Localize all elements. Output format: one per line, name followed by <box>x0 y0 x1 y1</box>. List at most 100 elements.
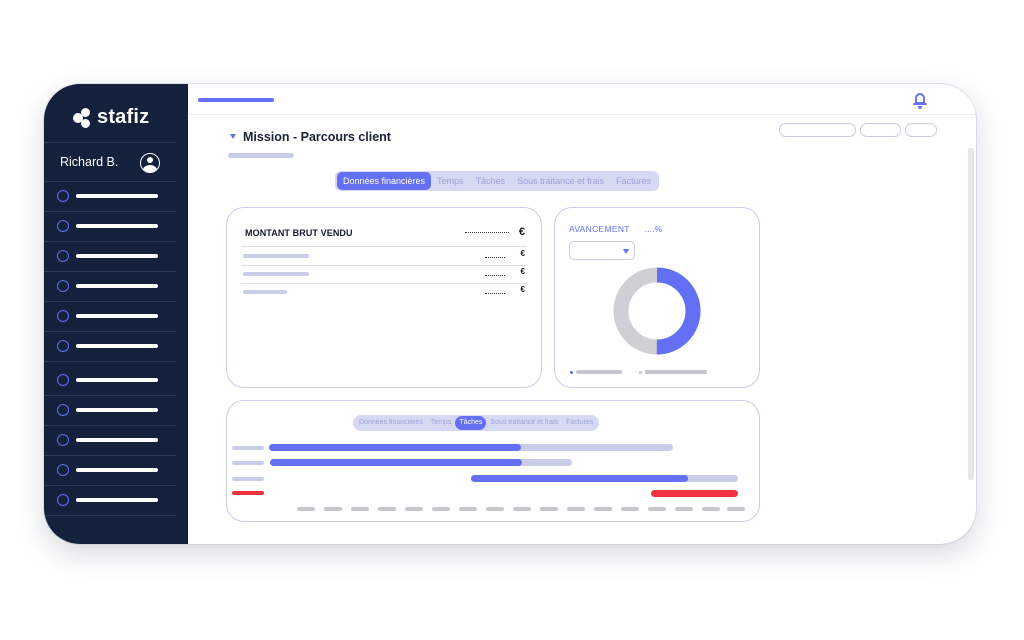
amount-placeholder <box>485 293 505 294</box>
tab-temps[interactable]: Temps <box>427 416 456 430</box>
header-action-button[interactable] <box>779 123 856 137</box>
sidebar-item[interactable] <box>44 242 176 272</box>
amount-placeholder <box>485 275 505 276</box>
timeline-tick <box>702 507 720 511</box>
nav-circle-icon <box>57 494 69 506</box>
topbar-divider <box>188 114 976 115</box>
sidebar-item[interactable] <box>44 182 176 212</box>
financial-card: MONTANT BRUT VENDU € € € € <box>226 207 542 388</box>
task-bar-progress[interactable] <box>269 444 521 451</box>
tab-sous-traitance[interactable]: Sous traitance et frais <box>486 416 562 430</box>
currency-symbol: € <box>520 285 525 294</box>
task-label-placeholder <box>232 446 264 450</box>
gantt-tabs: Données financières Temps Tâches Sous tr… <box>353 415 600 431</box>
amount-placeholder <box>465 232 509 233</box>
timeline-tick <box>486 507 504 511</box>
nav-circle-icon <box>57 340 69 352</box>
timeline-tick <box>594 507 612 511</box>
timeline-tick <box>675 507 693 511</box>
sidebar-item[interactable] <box>44 486 176 516</box>
task-label-alert <box>232 491 264 495</box>
nav-placeholder-label <box>76 254 158 258</box>
legend-label-placeholder <box>645 370 707 374</box>
timeline-tick <box>432 507 450 511</box>
user-panel[interactable]: Richard B. <box>44 142 176 182</box>
nav-placeholder-label <box>76 224 158 228</box>
timeline-tick <box>459 507 477 511</box>
sidebar-item[interactable] <box>44 396 176 426</box>
timeline-tick <box>378 507 396 511</box>
nav-circle-icon <box>57 404 69 416</box>
tab-temps[interactable]: Temps <box>431 172 470 190</box>
legend-dot <box>570 371 573 374</box>
currency-symbol: € <box>520 249 525 258</box>
task-label-placeholder <box>232 477 264 481</box>
nav-placeholder-label <box>76 468 158 472</box>
page-title: Mission - Parcours client <box>243 130 391 144</box>
task-bar-progress[interactable] <box>471 475 688 482</box>
timeline-tick <box>648 507 666 511</box>
timeline-tick <box>324 507 342 511</box>
topbar-placeholder <box>198 98 274 102</box>
user-avatar-icon[interactable] <box>140 153 160 173</box>
currency-symbol: € <box>518 226 525 238</box>
sidebar-nav-group-1 <box>44 182 176 362</box>
nav-circle-icon <box>57 220 69 232</box>
sidebar-item[interactable] <box>44 332 176 362</box>
logo[interactable]: stafiz <box>73 106 149 129</box>
sidebar-item[interactable] <box>44 212 176 242</box>
timeline-tick <box>540 507 558 511</box>
financial-row: € <box>241 284 527 300</box>
sidebar-item[interactable] <box>44 366 176 396</box>
avancement-percent: ....% <box>645 224 663 234</box>
nav-placeholder-label <box>76 314 158 318</box>
sidebar-item[interactable] <box>44 302 176 332</box>
row-label-placeholder <box>243 290 287 294</box>
nav-placeholder-label <box>76 284 158 288</box>
tab-taches[interactable]: Tâches <box>470 172 512 190</box>
timeline-tick <box>727 507 745 511</box>
nav-circle-icon <box>57 190 69 202</box>
nav-placeholder-label <box>76 438 158 442</box>
timeline-tick <box>513 507 531 511</box>
scrollbar[interactable] <box>968 148 974 480</box>
task-bar-overdue[interactable] <box>651 490 738 497</box>
nav-circle-icon <box>57 250 69 262</box>
timeline-tick <box>567 507 585 511</box>
chevron-down-icon <box>623 249 629 254</box>
nav-placeholder-label <box>76 408 158 412</box>
tab-factures[interactable]: Factures <box>610 172 657 190</box>
header-action-button[interactable] <box>860 123 901 137</box>
gantt-card: Données financières Temps Tâches Sous tr… <box>226 400 760 522</box>
app-window: stafiz Richard B. Mission - Parcours cli… <box>44 84 976 544</box>
progress-donut <box>613 267 701 355</box>
nav-placeholder-label <box>76 194 158 198</box>
tab-taches[interactable]: Tâches <box>455 416 487 430</box>
tab-sous-traitance[interactable]: Sous traitance et frais <box>511 172 610 190</box>
main-tabs: Données financières Temps Tâches Sous tr… <box>335 171 660 191</box>
nav-circle-icon <box>57 374 69 386</box>
collapse-triangle-icon[interactable] <box>230 134 236 139</box>
legend-dot <box>639 371 642 374</box>
timeline-tick <box>297 507 315 511</box>
avancement-label: AVANCEMENT <box>569 224 630 234</box>
row-divider <box>241 246 527 247</box>
bell-icon[interactable] <box>913 91 927 109</box>
period-select[interactable] <box>569 241 635 260</box>
task-bar-progress[interactable] <box>270 459 522 466</box>
task-label-placeholder <box>232 461 264 465</box>
tab-donnees-financieres[interactable]: Données financières <box>355 416 427 430</box>
user-name: Richard B. <box>60 155 119 169</box>
row-label-placeholder <box>243 254 309 258</box>
tab-donnees-financieres[interactable]: Données financières <box>337 172 432 190</box>
financial-row: € <box>241 266 527 282</box>
sidebar-item[interactable] <box>44 426 176 456</box>
sidebar-item[interactable] <box>44 272 176 302</box>
sidebar-item[interactable] <box>44 456 176 486</box>
nav-circle-icon <box>57 280 69 292</box>
timeline-tick <box>405 507 423 511</box>
header-action-button[interactable] <box>905 123 937 137</box>
nav-placeholder-label <box>76 344 158 348</box>
timeline-tick <box>351 507 369 511</box>
tab-factures[interactable]: Factures <box>562 416 597 430</box>
